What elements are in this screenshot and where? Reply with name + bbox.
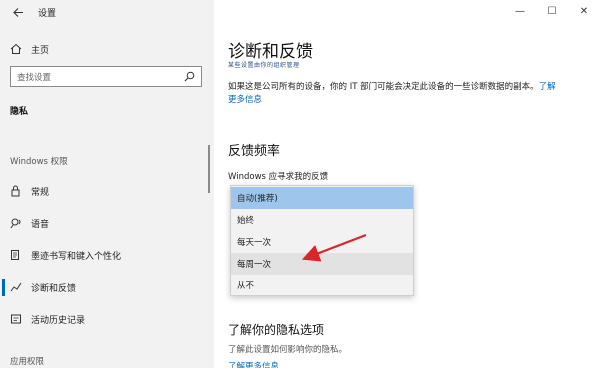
dropdown-option[interactable]: 从不 (231, 274, 413, 296)
sidebar-item-label: 主页 (31, 45, 50, 56)
search-input[interactable]: 查找设置 (10, 66, 202, 87)
sidebar-item-activity-history[interactable]: 活动历史记录 (10, 312, 85, 326)
sidebar-item-inking[interactable]: 墨迹书写和键入个性化 (10, 248, 121, 262)
dropdown-option[interactable]: 始终 (231, 209, 413, 231)
description: 如果这是公司所有的设备，你的 IT 部门可能会决定此设备的一些诊断数据的副本。了… (228, 81, 558, 107)
section-heading: 反馈频率 (228, 144, 281, 159)
section-heading: 隐私 (10, 107, 29, 117)
dropdown-option[interactable]: 每周一次 (231, 253, 413, 275)
sidebar-item-diagnostics[interactable]: 诊断和反馈 (10, 280, 76, 294)
group-label: Windows 权限 (10, 157, 68, 167)
search-placeholder: 查找设置 (17, 72, 52, 83)
sidebar-item-label: 墨迹书写和键入个性化 (31, 251, 122, 262)
dropdown-option[interactable]: 自动(推荐) (231, 187, 413, 209)
lock-icon (10, 184, 26, 198)
window-controls: — ☐ ✕ (504, 0, 600, 22)
sidebar-item-label: 活动历史记录 (31, 315, 86, 326)
sidebar-item-label: 语音 (31, 219, 50, 230)
main-content: — ☐ ✕ 诊断和反馈 某些设置由你的组织管理 如果这是公司所有的设备，你的 I… (214, 0, 600, 368)
sidebar: 设置 主页 查找设置 隐私 Windows 权限 常规 语音 墨迹书写和键入个性… (0, 0, 214, 368)
sidebar-item-label: 诊断和反馈 (31, 283, 77, 294)
history-icon (10, 312, 26, 326)
ink-icon (10, 248, 26, 262)
feedback-frequency-dropdown[interactable]: 自动(推荐) 始终 每天一次 每周一次 从不 (230, 185, 414, 296)
page-title: 诊断和反馈 (228, 42, 313, 62)
app-title: 设置 (38, 8, 57, 19)
home-icon (10, 42, 26, 56)
search-icon[interactable] (184, 71, 195, 82)
section-heading: 了解你的隐私选项 (228, 323, 325, 337)
group-label: 应用权限 (10, 357, 45, 367)
managed-note: 某些设置由你的组织管理 (228, 62, 300, 69)
back-arrow-icon (12, 7, 23, 17)
scrollbar[interactable] (208, 145, 210, 193)
maximize-button[interactable]: ☐ (536, 0, 568, 22)
field-label: Windows 应寻求我的反馈 (228, 172, 329, 182)
privacy-description: 了解此设置如何影响你的隐私。 (228, 345, 348, 355)
speech-icon (10, 216, 26, 230)
sidebar-item-general[interactable]: 常规 (10, 184, 49, 198)
diagnostics-icon (10, 280, 26, 294)
back-button[interactable] (6, 0, 30, 24)
sidebar-item-speech[interactable]: 语音 (10, 216, 49, 230)
title-bar: 设置 (0, 0, 214, 24)
sidebar-item-label: 常规 (31, 187, 50, 198)
dropdown-option[interactable]: 每天一次 (231, 231, 413, 253)
sidebar-item-home[interactable]: 主页 (10, 42, 49, 56)
description-text: 如果这是公司所有的设备，你的 IT 部门可能会决定此设备的一些诊断数据的副本。 (228, 82, 539, 92)
privacy-learn-more-link[interactable]: 了解更多信息 (228, 360, 279, 368)
close-button[interactable]: ✕ (568, 0, 600, 22)
minimize-button[interactable]: — (504, 0, 536, 22)
active-indicator (2, 279, 5, 296)
